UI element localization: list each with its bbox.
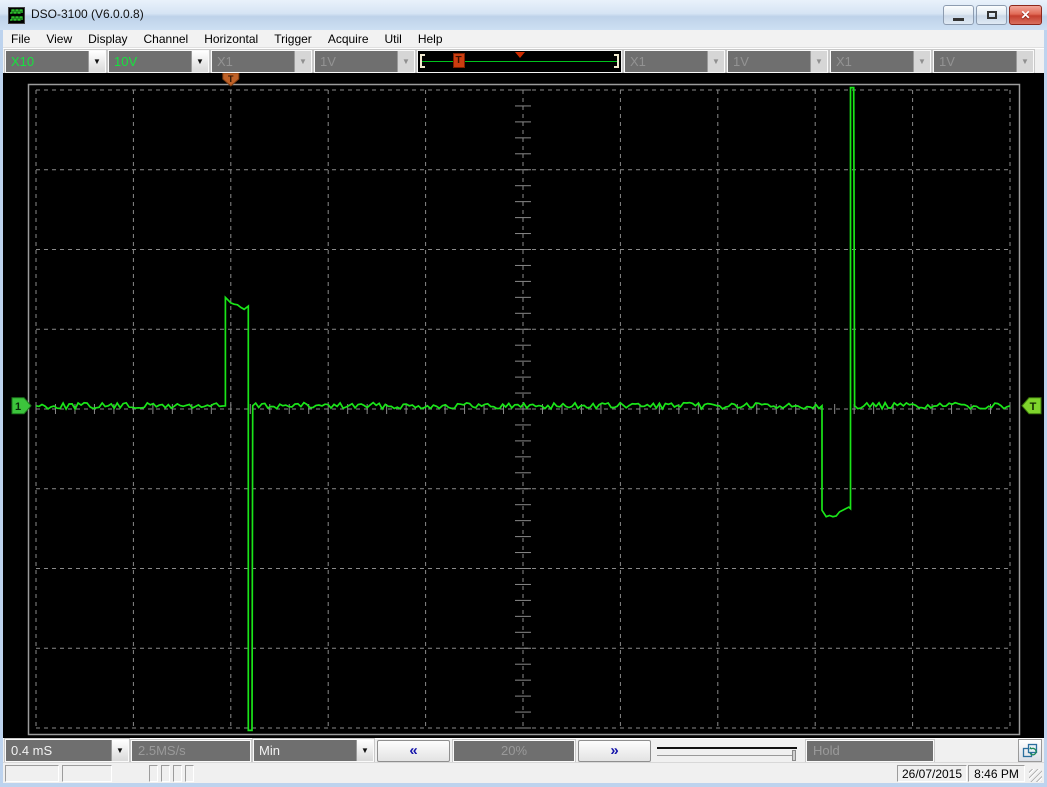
center-marker-icon [514, 51, 525, 58]
status-panel [62, 764, 112, 782]
scroll-right-icon: » [610, 742, 619, 759]
menu-bar: File View Display Channel Horizontal Tri… [3, 30, 1044, 48]
slider-groove [657, 754, 793, 756]
close-icon: ✕ [1020, 8, 1031, 22]
status-time: 8:46 PM [968, 764, 1025, 782]
dropdown-arrow-icon[interactable]: ▼ [356, 740, 373, 761]
top-toolbar: X10 ▼ 10V ▼ X1 ▼ 1V ▼ T X1 ▼ 1V ▼ X1 ▼ 1… [3, 48, 1044, 74]
minimize-button[interactable] [943, 5, 974, 25]
dropdown-arrow-icon: ▼ [707, 50, 724, 72]
refresh-button[interactable] [1018, 739, 1042, 762]
bracket-left-icon [420, 53, 425, 68]
slider-thumb[interactable] [792, 749, 796, 761]
dropdown-arrow-icon[interactable]: ▼ [88, 50, 105, 72]
menu-channel[interactable]: Channel [136, 30, 197, 48]
app-logo-icon [8, 7, 25, 24]
scroll-left-button[interactable]: « [377, 739, 450, 762]
trigger-line [421, 60, 618, 62]
status-panel [5, 764, 59, 782]
resize-grip[interactable] [1029, 768, 1042, 782]
slider-track[interactable] [657, 746, 797, 749]
minimize-icon [953, 17, 964, 21]
menu-file[interactable]: File [3, 30, 38, 48]
ch2-probe-select: X1 ▼ [210, 48, 313, 74]
scroll-right-button[interactable]: » [578, 739, 651, 762]
scroll-left-icon: « [409, 742, 418, 759]
position-percent-label: 20% [452, 738, 576, 763]
status-cell [173, 764, 182, 782]
dropdown-arrow-icon[interactable]: ▼ [191, 50, 208, 72]
hold-label: Hold [805, 738, 935, 763]
dropdown-arrow-icon: ▼ [1016, 50, 1033, 72]
menu-util[interactable]: Util [377, 30, 410, 48]
ch1-probe-select[interactable]: X10 ▼ [4, 48, 107, 74]
ch4-volts-per-div-select: 1V ▼ [932, 48, 1035, 74]
menu-help[interactable]: Help [410, 30, 451, 48]
dropdown-arrow-icon: ▼ [294, 50, 311, 72]
position-slider[interactable] [655, 740, 803, 762]
close-button[interactable]: ✕ [1009, 5, 1042, 25]
waveform-plot: T 1 T [11, 72, 1042, 736]
title-bar: DSO-3100 (V6.0.0.8) ✕ [0, 0, 1047, 30]
dropdown-arrow-icon[interactable]: ▼ [111, 740, 128, 761]
dropdown-arrow-icon: ▼ [810, 50, 827, 72]
sync-icon [1022, 743, 1038, 757]
ch3-volts-per-div-select: 1V ▼ [726, 48, 829, 74]
bottom-toolbar: 0.4 mS ▼ 2.5MS/s Min ▼ « 20% » Hold [3, 738, 1044, 763]
ch1-volts-per-div-select[interactable]: 10V ▼ [107, 48, 210, 74]
menu-trigger[interactable]: Trigger [266, 30, 320, 48]
maximize-icon [986, 11, 997, 19]
scope-display: T 1 T [3, 72, 1044, 738]
channel1-marker-label: 1 [15, 401, 21, 413]
status-date: 26/07/2015 [897, 764, 967, 782]
ch3-probe-select: X1 ▼ [623, 48, 726, 74]
trigger-position-handle[interactable]: T [452, 52, 465, 68]
status-cell [161, 764, 170, 782]
timebase-select[interactable]: 0.4 mS ▼ [4, 738, 130, 763]
menu-horizontal[interactable]: Horizontal [196, 30, 266, 48]
app-window: DSO-3100 (V6.0.0.8) ✕ File View Display … [0, 0, 1047, 787]
status-cell [149, 764, 158, 782]
trigger-time-marker-label: T [228, 74, 234, 84]
trigger-level-marker-label: T [1030, 401, 1037, 413]
menu-display[interactable]: Display [80, 30, 135, 48]
status-cell [185, 764, 194, 782]
acquire-mode-select[interactable]: Min ▼ [252, 738, 375, 763]
status-indicator-cells [146, 764, 194, 782]
trigger-position-widget[interactable]: T [416, 48, 623, 74]
status-bar: 26/07/2015 8:46 PM [3, 762, 1044, 783]
bracket-right-icon [614, 53, 619, 68]
dropdown-arrow-icon: ▼ [397, 50, 414, 72]
menu-acquire[interactable]: Acquire [320, 30, 377, 48]
menu-view[interactable]: View [38, 30, 80, 48]
sample-rate-label: 2.5MS/s [130, 738, 252, 763]
dropdown-arrow-icon: ▼ [913, 50, 930, 72]
window-title: DSO-3100 (V6.0.0.8) [31, 7, 144, 21]
ch4-probe-select: X1 ▼ [829, 48, 932, 74]
maximize-button[interactable] [976, 5, 1007, 25]
ch2-volts-per-div-select: 1V ▼ [313, 48, 416, 74]
